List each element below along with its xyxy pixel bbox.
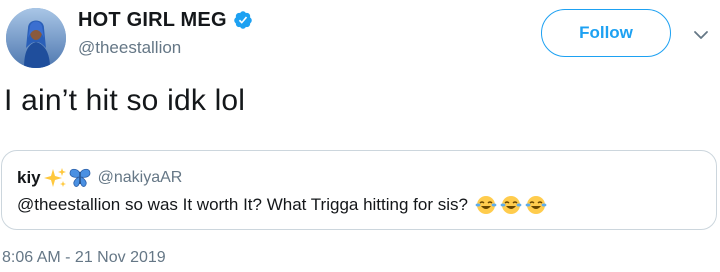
- quoted-author-name: kiy: [17, 168, 41, 187]
- quoted-tweet-text: @theestallion so was It worth It? What T…: [17, 195, 468, 214]
- verified-badge-icon: [233, 11, 252, 29]
- avatar[interactable]: [6, 8, 66, 68]
- face-with-tears-of-joy-icon: [525, 196, 547, 214]
- quoted-tweet-header: kiy @nakiyaAR: [17, 168, 182, 188]
- author-name-row: HOT GIRL MEG: [78, 8, 253, 32]
- author-display-name[interactable]: HOT GIRL MEG: [78, 9, 227, 32]
- face-with-tears-of-joy-icon: [475, 196, 497, 214]
- follow-button[interactable]: Follow: [541, 9, 671, 57]
- chevron-down-icon[interactable]: [692, 26, 710, 44]
- quoted-tweet-card[interactable]: kiy @nakiyaAR @theestallion so was It wo…: [1, 150, 717, 230]
- quoted-tweet-text-row: @theestallion so was It worth It? What T…: [17, 195, 547, 215]
- tweet-timestamp[interactable]: 8:06 AM - 21 Nov 2019: [2, 249, 166, 267]
- author-handle[interactable]: @theestallion: [78, 38, 181, 58]
- avatar-photo: [6, 8, 66, 68]
- face-with-tears-of-joy-icon: [500, 196, 522, 214]
- sparkles-icon: [43, 168, 66, 187]
- butterfly-icon: [69, 168, 91, 187]
- quoted-author-handle: @nakiyaAR: [97, 169, 183, 186]
- tweet-text: I ain’t hit so idk lol: [4, 84, 246, 117]
